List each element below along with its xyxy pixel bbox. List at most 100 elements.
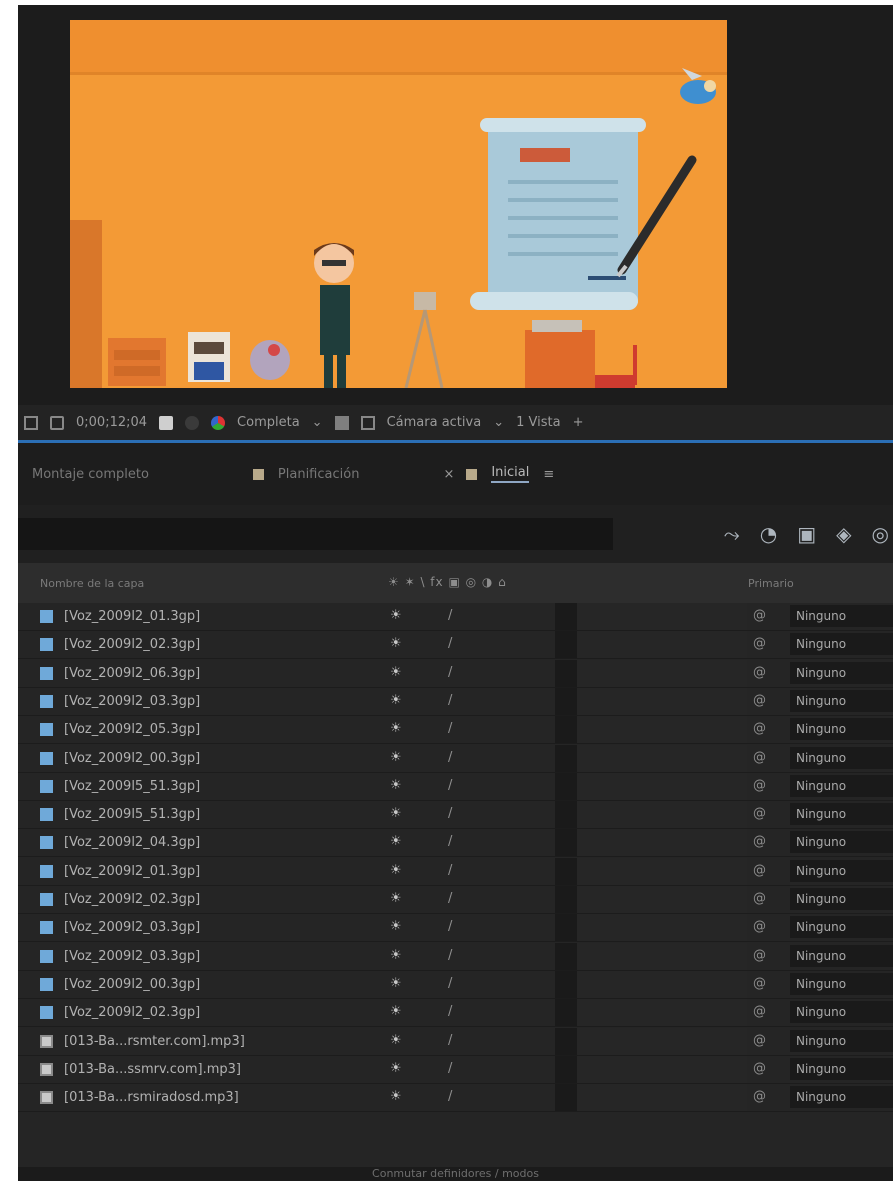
graph-editor-icon[interactable]: ◎ bbox=[872, 522, 889, 546]
layer-name[interactable]: [Voz_2009l2_03.3gp] bbox=[64, 694, 200, 709]
spiral-icon[interactable]: @ bbox=[753, 665, 766, 680]
check-icon[interactable]: / bbox=[448, 636, 452, 651]
search-input[interactable] bbox=[18, 518, 613, 550]
eye-icon[interactable]: ☀ bbox=[390, 891, 402, 906]
mode-cell[interactable] bbox=[577, 716, 747, 744]
check-icon[interactable]: / bbox=[448, 721, 452, 736]
more-icon[interactable]: + bbox=[573, 415, 584, 430]
eye-icon[interactable]: ☀ bbox=[390, 636, 402, 651]
parent-select[interactable]: Ninguno bbox=[790, 1001, 893, 1024]
table-row[interactable]: [Voz_2009l2_01.3gp] ☀ / @ Ninguno bbox=[18, 603, 893, 631]
views-select[interactable]: 1 Vista bbox=[516, 415, 560, 430]
check-icon[interactable]: / bbox=[448, 1004, 452, 1019]
layer-name[interactable]: [Voz_2009l2_06.3gp] bbox=[64, 666, 200, 681]
switch-cell[interactable] bbox=[555, 687, 577, 715]
spiral-icon[interactable]: @ bbox=[753, 891, 766, 906]
eye-icon[interactable]: ☀ bbox=[390, 806, 402, 821]
composition-viewer[interactable] bbox=[18, 5, 893, 405]
switch-cell[interactable] bbox=[555, 829, 577, 857]
parent-select[interactable]: Ninguno bbox=[790, 605, 893, 627]
mode-cell[interactable] bbox=[577, 914, 747, 942]
tab-planificacion[interactable]: Planificación bbox=[163, 443, 374, 505]
header-switches[interactable]: ☀ ✶ \ fx ▣ ◎ ◑ ⌂ bbox=[388, 575, 507, 589]
table-row[interactable]: [Voz_2009l5_51.3gp] ☀ / @ Ninguno bbox=[18, 801, 893, 830]
switch-cell[interactable] bbox=[555, 772, 577, 800]
spiral-icon[interactable]: @ bbox=[753, 1033, 766, 1048]
parent-select[interactable]: Ninguno bbox=[790, 944, 893, 967]
layer-name[interactable]: [Voz_2009l2_01.3gp] bbox=[64, 864, 200, 879]
eye-icon[interactable]: ☀ bbox=[390, 778, 402, 793]
switch-cell[interactable] bbox=[555, 1084, 577, 1112]
check-icon[interactable]: / bbox=[448, 608, 452, 623]
spiral-icon[interactable]: @ bbox=[753, 806, 766, 821]
switch-cell[interactable] bbox=[555, 716, 577, 744]
parent-select[interactable]: Ninguno bbox=[790, 916, 893, 939]
table-row[interactable]: [Voz_2009l2_02.3gp] ☀ / @ Ninguno bbox=[18, 886, 893, 914]
parent-select[interactable]: Ninguno bbox=[790, 661, 893, 684]
shy-layers-icon[interactable]: ⤳ bbox=[724, 522, 740, 546]
parent-select[interactable]: Ninguno bbox=[790, 972, 893, 995]
layer-name[interactable]: [Voz_2009l2_02.3gp] bbox=[64, 637, 200, 652]
spiral-icon[interactable]: @ bbox=[753, 834, 766, 849]
layer-name[interactable]: [Voz_2009l5_51.3gp] bbox=[64, 807, 200, 822]
spiral-icon[interactable]: @ bbox=[753, 863, 766, 878]
check-icon[interactable]: / bbox=[448, 693, 452, 708]
mode-cell[interactable] bbox=[577, 886, 747, 913]
spiral-icon[interactable]: @ bbox=[753, 1089, 766, 1104]
check-icon[interactable]: / bbox=[448, 863, 452, 878]
mode-cell[interactable] bbox=[577, 772, 747, 800]
eye-icon[interactable]: ☀ bbox=[390, 834, 402, 849]
parent-select[interactable]: Ninguno bbox=[790, 1057, 893, 1080]
table-row[interactable]: [Voz_2009l2_03.3gp] ☀ / @ Ninguno bbox=[18, 914, 893, 943]
switch-cell[interactable] bbox=[555, 970, 577, 998]
mode-cell[interactable] bbox=[577, 1027, 747, 1055]
eye-icon[interactable]: ☀ bbox=[390, 1061, 402, 1076]
mode-cell[interactable] bbox=[577, 999, 747, 1027]
layer-name[interactable]: [Voz_2009l2_02.3gp] bbox=[64, 1005, 200, 1020]
switch-cell[interactable] bbox=[555, 857, 577, 885]
mode-cell[interactable] bbox=[577, 970, 747, 998]
layer-name[interactable]: [Voz_2009l2_00.3gp] bbox=[64, 751, 200, 766]
header-layer-name[interactable]: Nombre de la capa bbox=[40, 577, 144, 590]
layer-name[interactable]: [Voz_2009l2_05.3gp] bbox=[64, 722, 200, 737]
guides-icon[interactable] bbox=[360, 415, 375, 430]
switch-cell[interactable] bbox=[555, 942, 577, 970]
table-row[interactable]: [Voz_2009l2_06.3gp] ☀ / @ Ninguno bbox=[18, 659, 893, 688]
check-icon[interactable]: / bbox=[448, 976, 452, 991]
parent-select[interactable]: Ninguno bbox=[790, 888, 893, 910]
check-icon[interactable]: / bbox=[448, 1033, 452, 1048]
transparency-grid-icon[interactable] bbox=[334, 415, 349, 430]
table-row[interactable]: [Voz_2009l2_05.3gp] ☀ / @ Ninguno bbox=[18, 716, 893, 745]
header-parent[interactable]: Primario bbox=[748, 577, 794, 590]
parent-select[interactable]: Ninguno bbox=[790, 831, 893, 854]
mode-cell[interactable] bbox=[577, 1084, 747, 1112]
switch-cell[interactable] bbox=[555, 1027, 577, 1055]
layer-name[interactable]: [Voz_2009l2_03.3gp] bbox=[64, 949, 200, 964]
tab-menu-icon[interactable]: ≡ bbox=[543, 467, 554, 482]
check-icon[interactable]: / bbox=[448, 891, 452, 906]
eye-icon[interactable]: ☀ bbox=[390, 1089, 402, 1104]
spiral-icon[interactable]: @ bbox=[753, 778, 766, 793]
draft-3d-icon[interactable]: ◈ bbox=[836, 522, 851, 546]
camera-select[interactable]: Cámara activa bbox=[387, 415, 482, 430]
check-icon[interactable]: / bbox=[448, 1061, 452, 1076]
switch-cell[interactable] bbox=[555, 603, 577, 630]
switch-cell[interactable] bbox=[555, 1055, 577, 1083]
eye-icon[interactable]: ☀ bbox=[390, 721, 402, 736]
spiral-icon[interactable]: @ bbox=[753, 976, 766, 991]
switch-cell[interactable] bbox=[555, 886, 577, 913]
resolution-select[interactable]: Completa bbox=[237, 415, 300, 430]
table-row[interactable]: [Voz_2009l5_51.3gp] ☀ / @ Ninguno bbox=[18, 772, 893, 801]
layer-name[interactable]: [Voz_2009l2_00.3gp] bbox=[64, 977, 200, 992]
table-row[interactable]: [Voz_2009l2_03.3gp] ☀ / @ Ninguno bbox=[18, 942, 893, 971]
frame-blending-icon[interactable]: ▣ bbox=[797, 522, 816, 546]
switch-cell[interactable] bbox=[555, 801, 577, 829]
eye-icon[interactable]: ☀ bbox=[390, 693, 402, 708]
spiral-icon[interactable]: @ bbox=[753, 636, 766, 651]
mode-cell[interactable] bbox=[577, 687, 747, 715]
check-icon[interactable]: / bbox=[448, 750, 452, 765]
parent-select[interactable]: Ninguno bbox=[790, 718, 893, 741]
check-icon[interactable]: / bbox=[448, 665, 452, 680]
composition-canvas[interactable] bbox=[70, 20, 727, 388]
layer-name[interactable]: [Voz_2009l2_02.3gp] bbox=[64, 892, 200, 907]
